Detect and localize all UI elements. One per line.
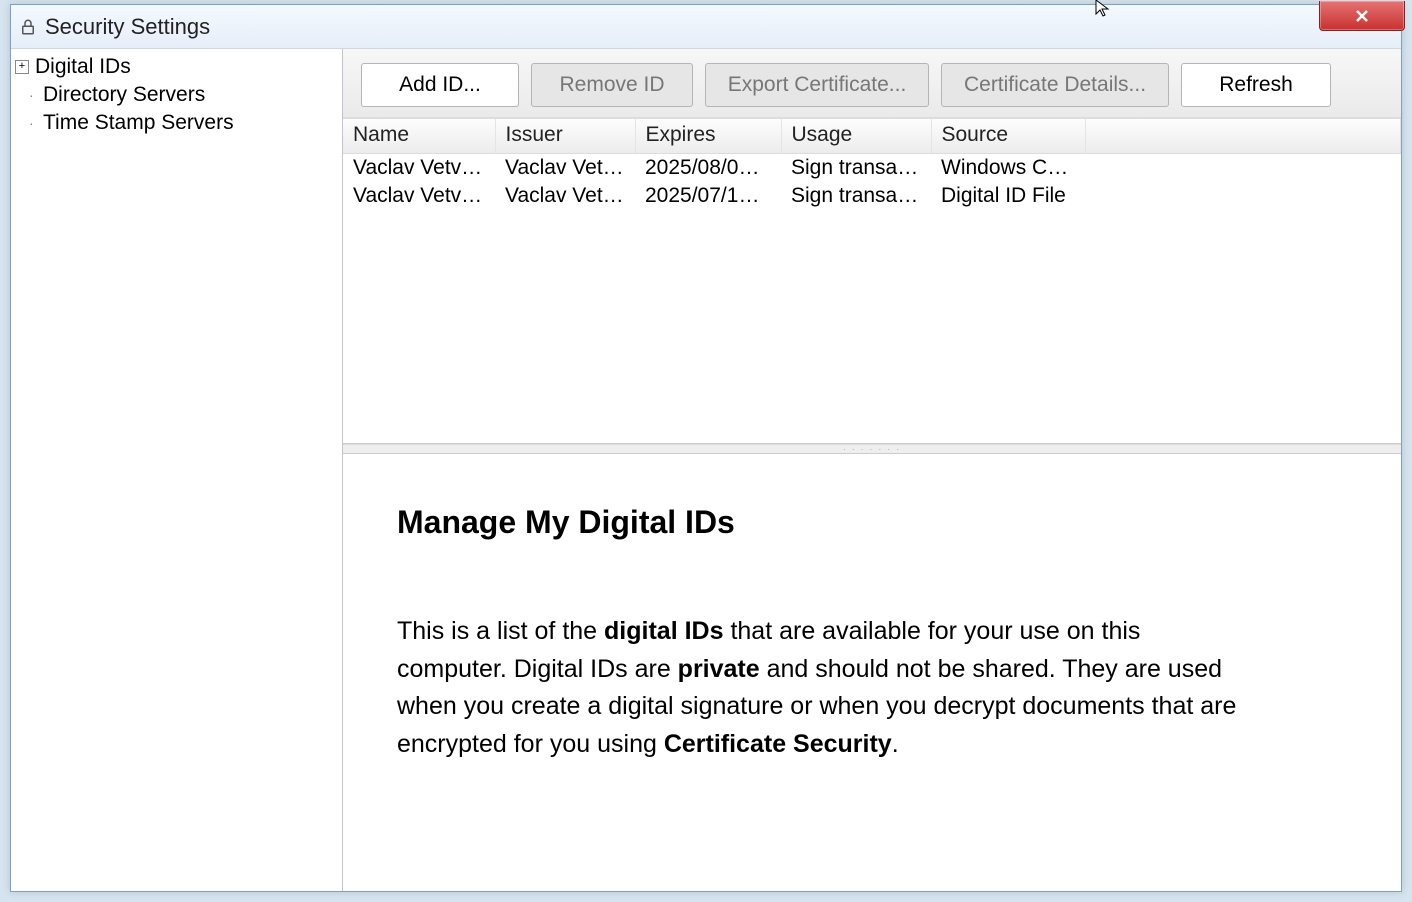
col-header-name[interactable]: Name	[343, 119, 495, 154]
main-panel: Add ID... Remove ID Export Certificate..…	[343, 49, 1401, 891]
toolbar: Add ID... Remove ID Export Certificate..…	[343, 49, 1401, 118]
export-certificate-button[interactable]: Export Certificate...	[705, 63, 929, 107]
col-header-source[interactable]: Source	[931, 119, 1085, 154]
info-heading: Manage My Digital IDs	[397, 504, 1347, 541]
tree-item-digital-ids[interactable]: + Digital IDs	[11, 53, 342, 81]
close-button[interactable]	[1319, 1, 1405, 31]
horizontal-splitter[interactable]: · · · · · · ·	[343, 444, 1401, 454]
cell-source: Windows Ce...	[931, 154, 1085, 183]
lock-icon	[19, 18, 37, 36]
window-title: Security Settings	[45, 14, 210, 40]
cell-expires: 2025/08/05 ...	[635, 154, 781, 183]
cell-usage: Sign transact...	[781, 182, 931, 210]
tree-item-label: Time Stamp Servers	[43, 111, 234, 135]
info-paragraph: This is a list of the digital IDs that a…	[397, 613, 1257, 763]
tree-item-time-stamp-servers[interactable]: · Time Stamp Servers	[11, 109, 342, 137]
cell-issuer: Vaclav Vetvi...	[495, 154, 635, 183]
table-row[interactable]: Vaclav Vetvic... Vaclav Vetvi... 2025/08…	[343, 154, 1401, 183]
cell-name: Vaclav Vetvic...	[343, 182, 495, 210]
table-header-row: Name Issuer Expires Usage Source	[343, 119, 1401, 154]
tree-branch-icon: ·	[29, 115, 41, 131]
cell-source: Digital ID File	[931, 182, 1085, 210]
cell-expires: 2025/07/17 ...	[635, 182, 781, 210]
tree-item-label: Digital IDs	[35, 55, 131, 79]
col-header-spacer	[1085, 119, 1401, 154]
cell-issuer: Vaclav Vetvi...	[495, 182, 635, 210]
add-id-button[interactable]: Add ID...	[361, 63, 519, 107]
security-settings-window: Security Settings + Digital IDs · Direct…	[10, 4, 1402, 892]
info-pane[interactable]: Manage My Digital IDs This is a list of …	[343, 454, 1401, 891]
sidebar-tree: + Digital IDs · Directory Servers · Time…	[11, 49, 343, 891]
cell-name: Vaclav Vetvic...	[343, 154, 495, 183]
remove-id-button[interactable]: Remove ID	[531, 63, 693, 107]
col-header-expires[interactable]: Expires	[635, 119, 781, 154]
refresh-button[interactable]: Refresh	[1181, 63, 1331, 107]
table-row[interactable]: Vaclav Vetvic... Vaclav Vetvi... 2025/07…	[343, 182, 1401, 210]
digital-id-table: Name Issuer Expires Usage Source Vaclav …	[343, 118, 1401, 444]
certificate-details-button[interactable]: Certificate Details...	[941, 63, 1169, 107]
col-header-usage[interactable]: Usage	[781, 119, 931, 154]
col-header-issuer[interactable]: Issuer	[495, 119, 635, 154]
tree-item-label: Directory Servers	[43, 83, 205, 107]
expand-icon[interactable]: +	[15, 60, 29, 74]
tree-item-directory-servers[interactable]: · Directory Servers	[11, 81, 342, 109]
tree-branch-icon: ·	[29, 87, 41, 103]
title-bar[interactable]: Security Settings	[11, 5, 1401, 49]
cell-usage: Sign transact...	[781, 154, 931, 183]
